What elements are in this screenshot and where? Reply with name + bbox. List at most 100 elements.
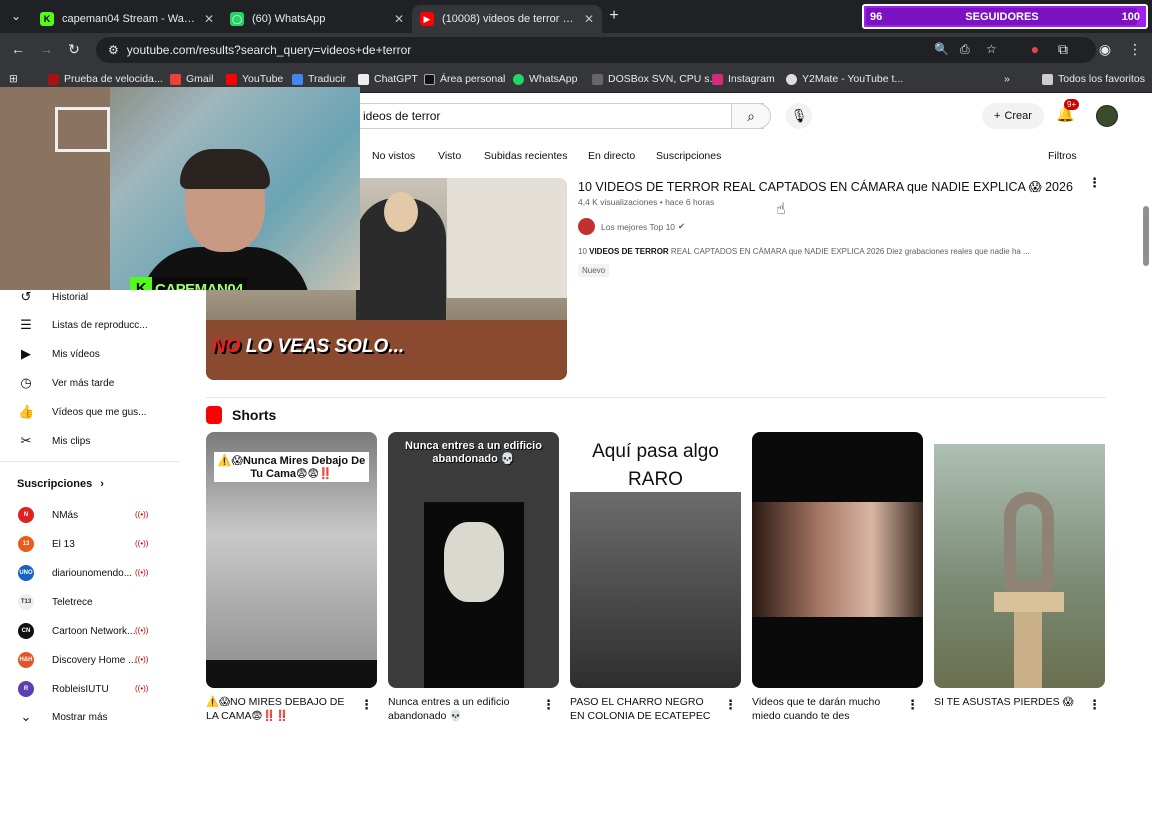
zoom-icon[interactable]: 🔍 [934, 42, 949, 56]
extensions-puzzle-icon[interactable]: ⧉ [1054, 41, 1072, 58]
scrollbar[interactable] [1140, 186, 1152, 813]
followers-current: 96 [870, 10, 883, 23]
sidebar-sub-item[interactable]: N NMás [18, 507, 78, 523]
sidebar-item-mis-videos[interactable]: ▶ Mis vídeos [18, 346, 100, 362]
channel-avatar: CN [18, 623, 34, 639]
apps-icon[interactable]: ⊞ [9, 73, 18, 85]
short-title[interactable]: ⚠️😱NO MIRES DEBAJO DE LA CAMA😨‼️‼️ [206, 695, 356, 723]
tab-whatsapp[interactable]: ◯ (60) WhatsApp ✕ [222, 5, 412, 33]
account-avatar[interactable] [1096, 105, 1118, 127]
whatsapp-icon: ◯ [230, 12, 244, 26]
search-input-value: ideos de terror [363, 109, 441, 123]
short-overlay-text: Nunca entres a un edificio abandonado 💀 [405, 440, 542, 465]
new-tab-button[interactable]: + [604, 6, 624, 26]
bookmark-item[interactable]: Gmail [170, 73, 213, 85]
video-title[interactable]: 10 VIDEOS DE TERROR REAL CAPTADOS EN CÁM… [578, 179, 1078, 194]
bookmark-item[interactable]: Y2Mate - YouTube t... [786, 73, 903, 85]
sidebar-item-historial[interactable]: ↺ Historial [18, 289, 89, 305]
chip-visto[interactable]: Visto [430, 145, 470, 167]
short-face [752, 502, 923, 617]
show-more-button[interactable]: ⌄ Mostrar más [18, 709, 108, 725]
shorts-icon [206, 406, 222, 424]
sidebar-sub-item[interactable]: UNO diariounomendo... [18, 565, 132, 581]
youtube-icon [226, 73, 237, 85]
reload-icon[interactable]: ↻ [65, 41, 83, 58]
short-thumbnail[interactable]: Nunca entres a un edificio abandonado 💀 [388, 432, 559, 688]
sidebar-sub-item[interactable]: H&H Discovery Home ... [18, 652, 136, 668]
clock-icon: ◷ [20, 375, 32, 390]
extension-icon[interactable]: ● [1026, 41, 1044, 57]
short-menu-icon[interactable]: ⋮ [542, 697, 555, 713]
bookmark-item[interactable]: WhatsApp [513, 73, 577, 85]
short-thumbnail[interactable] [934, 432, 1105, 688]
search-button[interactable]: ⌕ [731, 103, 771, 129]
tab-kick[interactable]: K capeman04 Stream - Watch Live✕ [32, 5, 222, 33]
sidebar-sub-item[interactable]: 13 El 13 [18, 536, 75, 552]
chip-subidas-recientes[interactable]: Subidas recientes [476, 145, 576, 167]
bookmark-item[interactable]: ChatGPT [358, 73, 418, 85]
back-icon[interactable]: ← [9, 41, 27, 57]
short-thumbnail[interactable] [752, 432, 923, 688]
video-menu-icon[interactable]: ⋮ [1088, 175, 1101, 191]
short-thumbnail[interactable]: Aquí pasa algo RARO [570, 432, 741, 688]
bookmark-item[interactable]: DOSBox SVN, CPU s... [592, 73, 718, 85]
search-input[interactable]: ideos de terror ✕ [348, 103, 764, 129]
bookmark-item[interactable]: Área personal [424, 73, 505, 85]
tab-strip: ⌄ K capeman04 Stream - Watch Live✕ ◯ (60… [0, 0, 1152, 33]
channel-avatar: R [18, 681, 34, 697]
short-title[interactable]: Videos que te darán mucho miedo cuando t… [752, 695, 902, 723]
voice-search-button[interactable]: 🎙 [786, 103, 812, 129]
chip-no-vistos[interactable]: No vistos [364, 145, 424, 167]
bookmark-folder[interactable]: Todos los favoritos [1042, 73, 1145, 85]
webcam-shelf [55, 107, 110, 152]
menu-kebab-icon[interactable]: ⋮ [1126, 41, 1144, 58]
sidebar-sub-item[interactable]: T13 Teletrece [18, 594, 93, 610]
filters-button[interactable]: Filtros [1048, 150, 1077, 162]
bookmark-item[interactable]: YouTube [226, 73, 283, 85]
sidebar-item-listas[interactable]: ☰ Listas de reproducc... [18, 317, 147, 333]
address-bar[interactable]: ⚙ youtube.com/results?search_query=video… [96, 37, 1096, 63]
bookmark-item[interactable]: Prueba de velocida... [48, 73, 163, 85]
new-badge: Nuevo [578, 264, 610, 277]
short-title[interactable]: SI TE ASUSTAS PIERDES 😱 [934, 695, 1084, 723]
tab-search-icon[interactable]: ⌄ [6, 6, 26, 26]
create-button[interactable]: + Crear [982, 103, 1044, 129]
close-icon[interactable]: ✕ [584, 12, 594, 26]
short-menu-icon[interactable]: ⋮ [906, 697, 919, 713]
chatgpt-icon [358, 73, 369, 85]
short-menu-icon[interactable]: ⋮ [360, 697, 373, 713]
pedestal [994, 592, 1064, 612]
url-text: youtube.com/results?search_query=videos+… [126, 43, 412, 57]
followers-goal: 100 [1121, 10, 1140, 23]
subscriptions-heading[interactable]: Suscripciones › [17, 478, 104, 490]
forward-icon[interactable]: → [37, 41, 55, 57]
close-icon[interactable]: ✕ [394, 12, 404, 26]
close-icon[interactable]: ✕ [204, 12, 214, 26]
channel-link[interactable]: Los mejores Top 10 ✔ [578, 218, 685, 235]
chip-en-directo[interactable]: En directo [580, 145, 644, 167]
site-info-icon[interactable]: ⚙ [108, 43, 119, 57]
sidebar-item-liked[interactable]: 👍 Vídeos que me gus... [18, 404, 147, 420]
webcam-person-hair [180, 149, 270, 189]
short-menu-icon[interactable]: ⋮ [724, 697, 737, 713]
video-description: 10 VIDEOS DE TERROR REAL CAPTADOS EN CÁM… [578, 247, 1030, 256]
short-thumbnail[interactable]: ⚠️😱Nunca Mires Debajo De Tu Cama😨😨‼️ [206, 432, 377, 688]
scrollbar-thumb[interactable] [1143, 206, 1149, 266]
sidebar-sub-item[interactable]: CN Cartoon Network... [18, 623, 135, 639]
chip-suscripciones[interactable]: Suscripciones [648, 145, 730, 167]
bookmark-item[interactable]: Traducir [292, 73, 346, 85]
more-bookmarks-icon[interactable]: » [1004, 73, 1010, 85]
short-title[interactable]: PASO EL CHARRO NEGRO EN COLONIA DE ECATE… [570, 695, 720, 723]
bookmark-item[interactable]: Instagram [712, 73, 775, 85]
bookmark-star-icon[interactable]: ☆ [986, 42, 997, 56]
ghost-head [444, 522, 504, 602]
divider [206, 397, 1106, 398]
sidebar-sub-item[interactable]: R RobleisIUTU [18, 681, 109, 697]
install-icon[interactable]: ⎙ [960, 42, 970, 57]
short-title[interactable]: Nunca entres a un edificio abandonado 💀 [388, 695, 538, 723]
sidebar-item-ver-mas-tarde[interactable]: ◷ Ver más tarde [18, 375, 114, 391]
tab-youtube[interactable]: ▶ (10008) videos de terror - YouTube✕ [412, 5, 602, 33]
sidebar-item-clips[interactable]: ✂ Mis clips [18, 433, 91, 449]
profile-avatar[interactable]: ◉ [1096, 41, 1114, 58]
short-menu-icon[interactable]: ⋮ [1088, 697, 1101, 713]
